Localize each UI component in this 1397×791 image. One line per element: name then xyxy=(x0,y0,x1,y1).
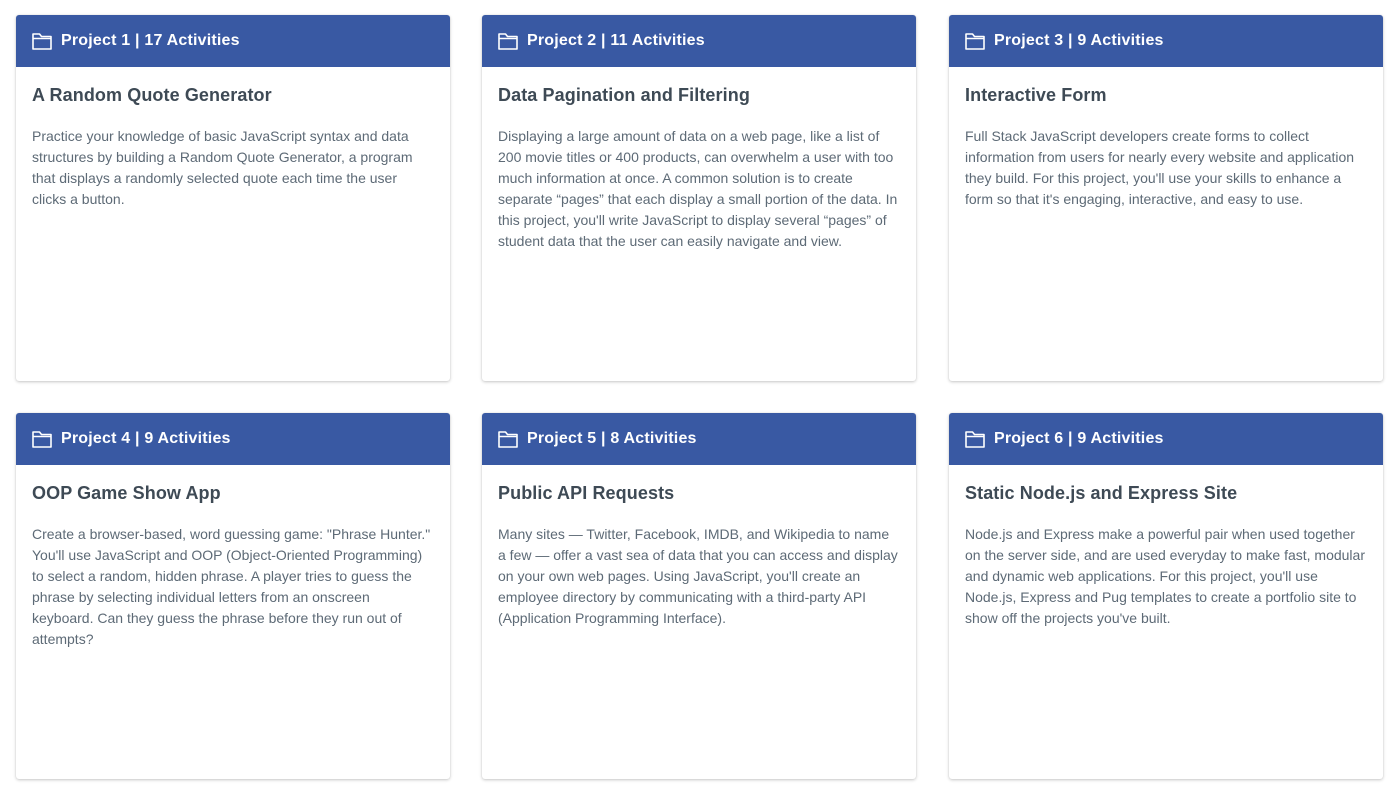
project-card-2[interactable]: Project 2 | 11 Activities Data Paginatio… xyxy=(482,15,916,381)
project-title[interactable]: OOP Game Show App xyxy=(32,482,434,504)
project-count-label: Project 1 | 17 Activities xyxy=(61,32,240,49)
project-count-label: Project 6 | 9 Activities xyxy=(994,430,1164,447)
project-title[interactable]: A Random Quote Generator xyxy=(32,84,434,106)
project-description: Node.js and Express make a powerful pair… xyxy=(965,526,1365,626)
folder-icon xyxy=(32,32,52,50)
project-card-4[interactable]: Project 4 | 9 Activities OOP Game Show A… xyxy=(16,413,450,779)
project-card-6[interactable]: Project 6 | 9 Activities Static Node.js … xyxy=(949,413,1383,779)
project-card-header[interactable]: Project 5 | 8 Activities xyxy=(482,413,916,465)
folder-icon xyxy=(498,32,518,50)
project-title[interactable]: Static Node.js and Express Site xyxy=(965,482,1367,504)
project-card-3[interactable]: Project 3 | 9 Activities Interactive For… xyxy=(949,15,1383,381)
project-count-label: Project 3 | 9 Activities xyxy=(994,32,1164,49)
project-description: Many sites — Twitter, Facebook, IMDB, an… xyxy=(498,526,898,626)
folder-icon xyxy=(32,430,52,448)
project-count-label: Project 5 | 8 Activities xyxy=(527,430,697,447)
folder-icon xyxy=(965,32,985,50)
project-count-label: Project 4 | 9 Activities xyxy=(61,430,231,447)
project-title[interactable]: Interactive Form xyxy=(965,84,1367,106)
project-card-header[interactable]: Project 1 | 17 Activities xyxy=(16,15,450,67)
project-card-header[interactable]: Project 4 | 9 Activities xyxy=(16,413,450,465)
project-count-label: Project 2 | 11 Activities xyxy=(527,32,705,49)
project-description: Practice your knowledge of basic JavaScr… xyxy=(32,128,413,207)
project-description: Displaying a large amount of data on a w… xyxy=(498,128,898,249)
project-description: Full Stack JavaScript developers create … xyxy=(965,128,1355,207)
project-card-5[interactable]: Project 5 | 8 Activities Public API Requ… xyxy=(482,413,916,779)
folder-icon xyxy=(498,430,518,448)
project-description: Create a browser-based, word guessing ga… xyxy=(32,526,431,647)
project-card-header[interactable]: Project 2 | 11 Activities xyxy=(482,15,916,67)
project-card-1[interactable]: Project 1 | 17 Activities A Random Quote… xyxy=(16,15,450,381)
project-title[interactable]: Public API Requests xyxy=(498,482,900,504)
project-card-header[interactable]: Project 3 | 9 Activities xyxy=(949,15,1383,67)
project-card-header[interactable]: Project 6 | 9 Activities xyxy=(949,413,1383,465)
project-title[interactable]: Data Pagination and Filtering xyxy=(498,84,900,106)
folder-icon xyxy=(965,430,985,448)
